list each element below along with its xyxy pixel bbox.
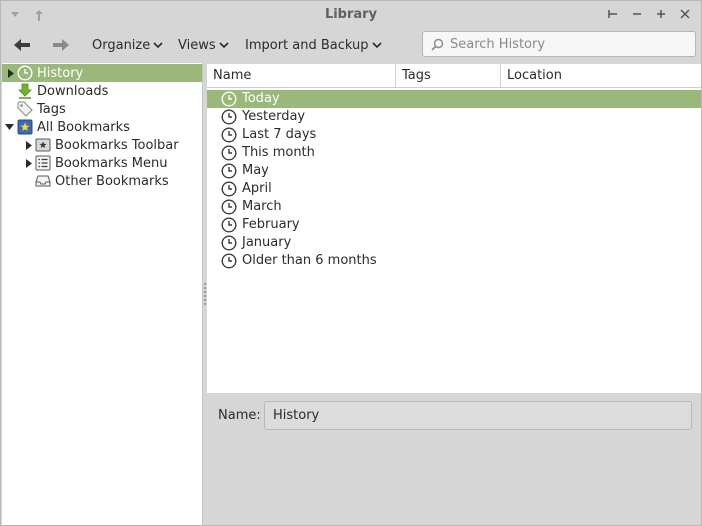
row-name: March <box>242 199 282 214</box>
expand-triangle-icon[interactable] <box>24 140 33 150</box>
details-panel: Name: <box>207 394 701 525</box>
clock-icon <box>221 217 237 233</box>
window-controls <box>607 6 691 22</box>
sidebar-item-downloads[interactable]: Downloads <box>2 82 202 100</box>
views-label: Views <box>178 38 216 53</box>
pane-splitter-handle[interactable] <box>203 283 206 307</box>
sidebar-item-label: Other Bookmarks <box>55 173 169 189</box>
arrow-left-icon <box>14 39 30 51</box>
expand-triangle-icon[interactable] <box>24 158 33 168</box>
search-input[interactable] <box>450 36 680 52</box>
table-row[interactable]: February <box>207 216 701 234</box>
import-backup-label: Import and Backup <box>245 38 369 53</box>
sidebar-item-tags[interactable]: Tags <box>2 100 202 118</box>
clock-icon <box>221 199 237 215</box>
clock-icon <box>221 235 237 251</box>
table-row[interactable]: January <box>207 234 701 252</box>
name-label-text: Name: <box>218 408 261 423</box>
library-window: Library Organize Views Import and Backup… <box>0 0 702 526</box>
row-name: This month <box>242 145 315 160</box>
tray-icon <box>35 173 51 189</box>
arrow-right-icon <box>53 39 69 51</box>
sidebar-item-all-bookmarks[interactable]: All Bookmarks <box>2 118 202 136</box>
chevron-down-icon <box>371 42 382 49</box>
toolbar: Organize Views Import and Backup <box>1 29 701 63</box>
clock-icon <box>17 65 33 81</box>
table-row[interactable]: Last 7 days <box>207 126 701 144</box>
search-box[interactable] <box>422 31 696 57</box>
clock-icon <box>221 145 237 161</box>
organize-menu-button[interactable]: Organize <box>92 38 163 53</box>
expand-triangle-icon[interactable] <box>6 68 15 78</box>
history-list: Name Tags Location Today Yesterday Last 7 … <box>207 64 701 393</box>
collapse-triangle-icon[interactable] <box>5 123 14 132</box>
sidebar-item-label: Tags <box>37 101 66 117</box>
clock-icon <box>221 109 237 125</box>
clock-icon <box>221 91 237 107</box>
menu-list-icon <box>35 155 51 171</box>
row-name: April <box>242 181 272 196</box>
bookmarks-star-icon <box>17 119 33 135</box>
sidebar-item-other-bookmarks[interactable]: Other Bookmarks <box>2 172 202 190</box>
import-backup-menu-button[interactable]: Import and Backup <box>245 38 382 53</box>
search-icon <box>431 38 444 51</box>
sidebar-item-label: Bookmarks Toolbar <box>55 137 179 153</box>
clock-icon <box>221 163 237 179</box>
row-name: May <box>242 163 269 178</box>
table-row[interactable]: Older than 6 months <box>207 252 701 270</box>
row-name: Yesterday <box>242 109 306 124</box>
close-icon[interactable] <box>679 6 691 22</box>
clock-icon <box>221 181 237 197</box>
window-title: Library <box>324 7 378 22</box>
maximize-icon[interactable] <box>655 6 667 22</box>
sidebar-item-history[interactable]: History <box>2 64 202 82</box>
sidebar-item-label: History <box>37 65 84 81</box>
clock-icon <box>221 127 237 143</box>
sidebar-tree: History Downloads Tags All Bookmarks Boo… <box>2 63 203 525</box>
minimize-icon[interactable] <box>631 6 643 22</box>
table-row[interactable]: Today <box>207 90 701 108</box>
download-arrow-icon <box>17 83 33 99</box>
table-row[interactable]: May <box>207 162 701 180</box>
forward-button[interactable] <box>51 37 71 53</box>
row-name: February <box>242 217 300 232</box>
column-header-name[interactable]: Name <box>207 64 396 88</box>
views-menu-button[interactable]: Views <box>178 38 229 53</box>
row-name: January <box>242 235 292 250</box>
toolbar-star-icon <box>35 137 51 153</box>
title-bar: Library <box>1 1 701 29</box>
chevron-down-icon <box>219 42 229 49</box>
sidebar-item-bookmarks-menu[interactable]: Bookmarks Menu <box>2 154 202 172</box>
name-field-label: Name: <box>218 408 261 423</box>
table-row[interactable]: April <box>207 180 701 198</box>
sidebar-item-label: Bookmarks Menu <box>55 155 168 171</box>
tag-icon <box>17 101 33 117</box>
organize-label: Organize <box>92 38 151 53</box>
row-name: Last 7 days <box>242 127 317 142</box>
clock-icon <box>221 253 237 269</box>
sidebar-item-label: Downloads <box>37 83 109 99</box>
row-name: Older than 6 months <box>242 253 377 268</box>
row-name: Today <box>242 91 280 106</box>
column-header-tags[interactable]: Tags <box>396 64 501 88</box>
chevron-down-icon <box>153 42 163 49</box>
sidebar-item-bookmarks-toolbar[interactable]: Bookmarks Toolbar <box>2 136 202 154</box>
back-button[interactable] <box>12 37 32 53</box>
sidebar-item-label: All Bookmarks <box>37 119 130 135</box>
table-row[interactable]: March <box>207 198 701 216</box>
name-field[interactable] <box>264 401 692 430</box>
table-row[interactable]: Yesterday <box>207 108 701 126</box>
table-row[interactable]: This month <box>207 144 701 162</box>
column-header-location[interactable]: Location <box>501 64 701 88</box>
minimize-to-corner-icon[interactable] <box>607 6 619 22</box>
